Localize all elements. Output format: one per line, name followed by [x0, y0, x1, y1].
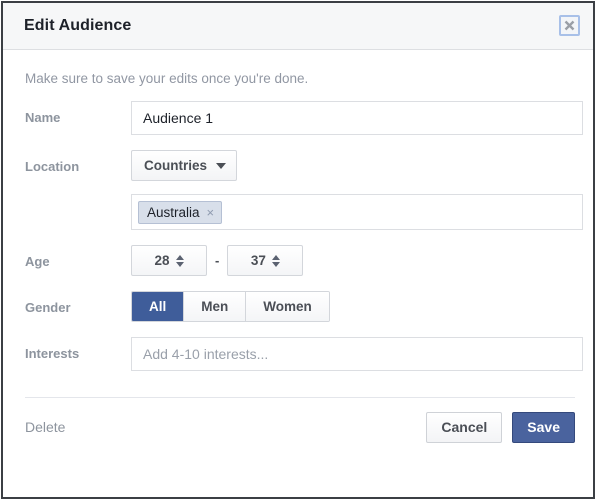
footer-actions: Cancel Save [426, 412, 575, 443]
close-icon[interactable] [559, 15, 580, 36]
age-min-stepper[interactable]: 28 [131, 245, 207, 276]
form-row-gender: Gender All Men Women [3, 291, 593, 322]
edit-audience-dialog: Edit Audience Make sure to save your edi… [1, 1, 595, 499]
gender-option-all[interactable]: All [132, 292, 183, 321]
age-min-value: 28 [154, 253, 169, 268]
save-button[interactable]: Save [512, 412, 575, 443]
gender-option-men[interactable]: Men [183, 292, 245, 321]
page-title: Edit Audience [24, 17, 131, 35]
location-type-dropdown[interactable]: Countries [131, 150, 237, 181]
spinner-up-down-icon [272, 255, 280, 267]
dialog-footer: Delete Cancel Save [3, 398, 593, 456]
gender-label: Gender [25, 291, 131, 315]
location-token-label: Australia [147, 205, 200, 220]
dialog-header: Edit Audience [3, 3, 593, 50]
location-type-value: Countries [144, 158, 207, 173]
close-icon[interactable]: × [207, 206, 215, 219]
location-token-input[interactable]: Australia × [131, 194, 583, 230]
age-range-separator: - [207, 253, 227, 268]
age-label: Age [25, 245, 131, 269]
name-input[interactable]: Audience 1 [131, 101, 583, 135]
gender-segmented-control: All Men Women [131, 291, 330, 322]
chevron-down-icon [216, 163, 226, 169]
form-row-location: Location Countries Australia × [3, 150, 593, 230]
age-max-stepper[interactable]: 37 [227, 245, 303, 276]
intro-text: Make sure to save your edits once you're… [25, 71, 593, 86]
dialog-body: Make sure to save your edits once you're… [3, 71, 593, 456]
location-label: Location [25, 150, 131, 174]
spinner-up-down-icon [176, 255, 184, 267]
form-row-age: Age 28 - 37 [3, 245, 593, 276]
age-max-value: 37 [251, 253, 266, 268]
cancel-button[interactable]: Cancel [426, 412, 502, 443]
form-row-name: Name Audience 1 [3, 101, 593, 135]
name-label: Name [25, 101, 131, 125]
delete-button[interactable]: Delete [25, 419, 65, 435]
interests-input[interactable]: Add 4-10 interests... [131, 337, 583, 371]
gender-option-women[interactable]: Women [245, 292, 329, 321]
interests-label: Interests [25, 337, 131, 361]
location-token[interactable]: Australia × [138, 201, 222, 224]
form-row-interests: Interests Add 4-10 interests... [3, 337, 593, 371]
